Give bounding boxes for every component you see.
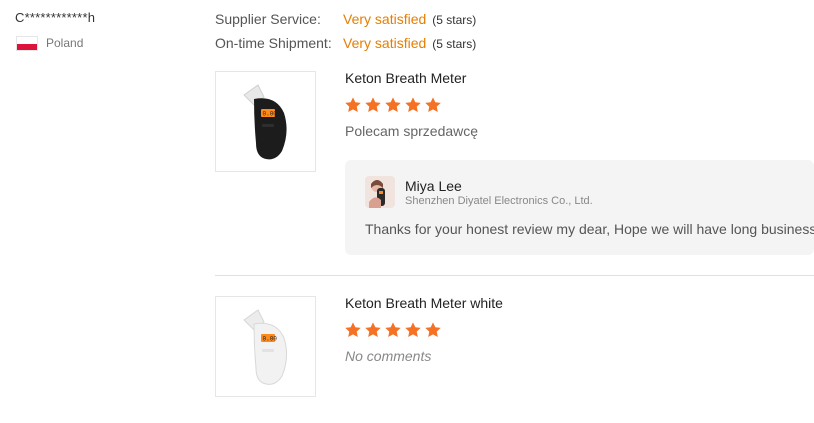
review-comment: Polecam sprzedawcę (345, 123, 479, 139)
star-icon (365, 97, 381, 112)
star-icon (385, 322, 401, 337)
product-thumbnail[interactable]: 0.00 (215, 71, 316, 172)
review-stars (344, 321, 442, 339)
rating-value: Very satisfied (343, 35, 427, 51)
star-icon (405, 97, 421, 112)
star-icon (425, 322, 441, 337)
rating-stars-text: (5 stars) (432, 37, 477, 51)
seller-avatar (365, 176, 395, 208)
product-thumbnail[interactable]: 0.00 (215, 296, 316, 397)
reply-text: Thanks for your honest review my dear, H… (365, 221, 814, 237)
breath-meter-white-image: 0.00 (242, 308, 287, 385)
review-divider (215, 275, 814, 276)
svg-text:0.00: 0.00 (262, 335, 277, 342)
seller-reply: Miya Lee Shenzhen Diyatel Electronics Co… (345, 160, 814, 255)
poland-flag-icon (16, 36, 38, 51)
rating-label: On-time Shipment: (215, 35, 332, 51)
review-stars (344, 96, 442, 114)
rating-stars-text: (5 stars) (432, 13, 477, 27)
breath-meter-black-image: 0.00 (242, 83, 287, 159)
seller-company[interactable]: Shenzhen Diyatel Electronics Co., Ltd. (405, 195, 593, 207)
ontime-shipment-rating: On-time Shipment: Very satisfied (5 stars) (215, 35, 476, 51)
reviewer-country: Poland (46, 36, 84, 50)
rating-label: Supplier Service: (215, 11, 321, 27)
supplier-service-rating: Supplier Service: Very satisfied (5 stars) (215, 11, 476, 27)
rating-value: Very satisfied (343, 11, 427, 27)
review-comment: No comments (345, 348, 432, 364)
star-icon (345, 322, 361, 337)
svg-text:0.00: 0.00 (262, 110, 277, 117)
product-title[interactable]: Keton Breath Meter white (345, 295, 503, 311)
star-icon (345, 97, 361, 112)
reviewer-name: C************h (15, 10, 96, 25)
star-icon (425, 97, 441, 112)
star-icon (365, 322, 381, 337)
star-icon (385, 97, 401, 112)
star-icon (405, 322, 421, 337)
product-title[interactable]: Keton Breath Meter (345, 70, 466, 86)
seller-name: Miya Lee (405, 178, 462, 194)
